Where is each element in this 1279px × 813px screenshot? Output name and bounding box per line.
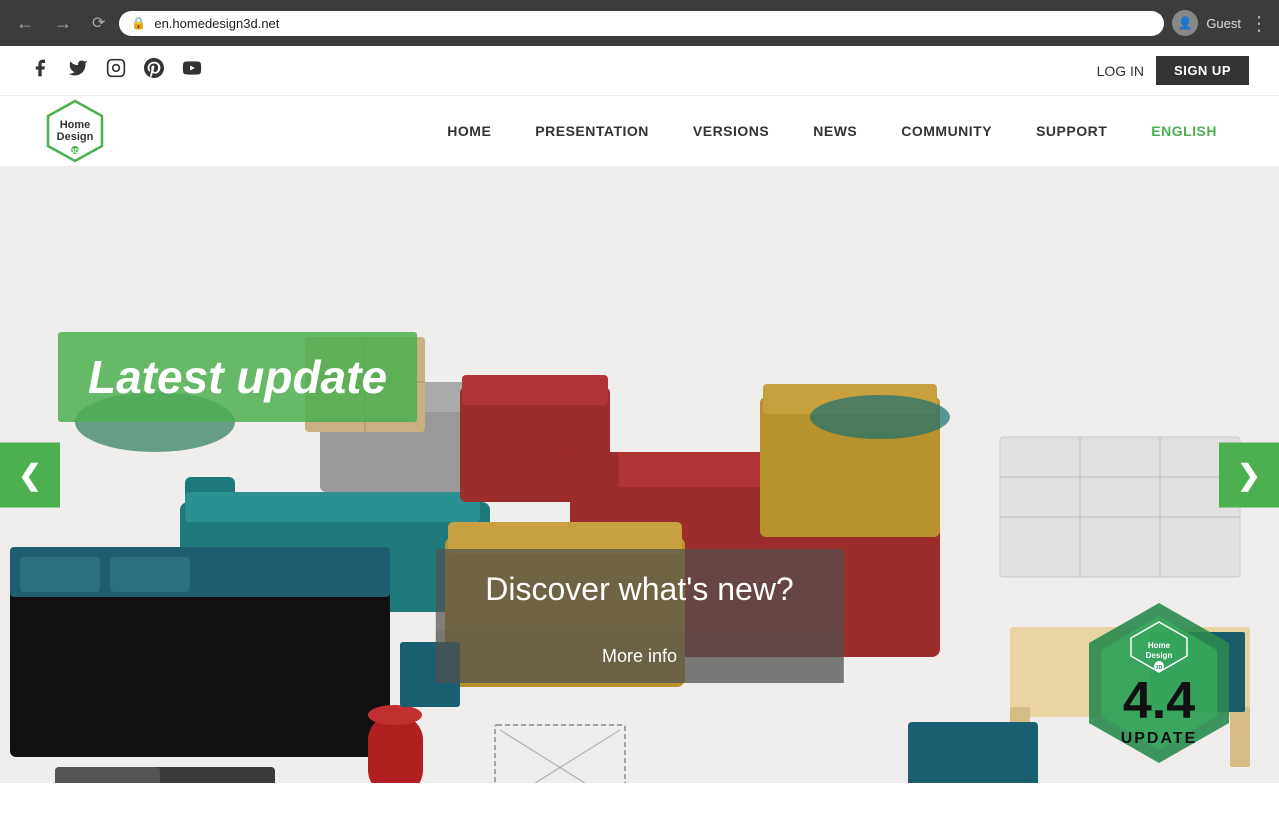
- avatar: 👤: [1172, 10, 1198, 36]
- main-nav: Home Design 3D HOME PRESENTATION VERSION…: [0, 96, 1279, 167]
- pinterest-icon[interactable]: [144, 58, 164, 83]
- back-button[interactable]: ←: [10, 9, 40, 38]
- svg-text:3D: 3D: [71, 149, 79, 155]
- nav-home[interactable]: HOME: [425, 103, 513, 159]
- discover-text: Discover what's new?: [485, 571, 793, 607]
- nav-english[interactable]: ENGLISH: [1129, 103, 1239, 159]
- latest-update-badge: Latest update: [58, 332, 417, 422]
- logo-area: Home Design 3D: [40, 96, 110, 166]
- youtube-icon[interactable]: [182, 58, 202, 83]
- forward-button[interactable]: →: [48, 9, 78, 38]
- site-topbar: LOG IN SIGN UP: [0, 46, 1279, 96]
- svg-text:Home: Home: [1148, 641, 1171, 650]
- browser-chrome: ← → ⟳ 🔒 en.homedesign3d.net 👤 Guest ⋮: [0, 0, 1279, 46]
- nav-community[interactable]: COMMUNITY: [879, 103, 1014, 159]
- browser-menu-button[interactable]: ⋮: [1249, 11, 1269, 36]
- nav-presentation[interactable]: PRESENTATION: [513, 103, 671, 159]
- auth-buttons: LOG IN SIGN UP: [1097, 56, 1249, 85]
- hero-section: Latest update ❮ Discover what's new? Mor…: [0, 167, 1279, 783]
- svg-text:UPDATE: UPDATE: [1121, 730, 1198, 747]
- address-bar[interactable]: 🔒 en.homedesign3d.net: [119, 11, 1164, 36]
- signup-button[interactable]: SIGN UP: [1156, 56, 1249, 85]
- svg-text:Design: Design: [57, 131, 94, 143]
- version-badge: Home Design 3D 4.4 UPDATE: [1079, 598, 1239, 773]
- svg-text:4.4: 4.4: [1123, 672, 1195, 730]
- svg-text:3D: 3D: [1156, 665, 1163, 671]
- nav-support[interactable]: SUPPORT: [1014, 103, 1129, 159]
- logo[interactable]: Home Design 3D: [40, 96, 110, 166]
- nav-news[interactable]: NEWS: [791, 103, 879, 159]
- next-arrow-button[interactable]: ❯: [1219, 443, 1279, 508]
- reload-button[interactable]: ⟳: [86, 9, 111, 37]
- url-text: en.homedesign3d.net: [154, 16, 279, 31]
- nav-links: HOME PRESENTATION VERSIONS NEWS COMMUNIT…: [425, 103, 1239, 159]
- guest-button[interactable]: Guest: [1206, 16, 1241, 31]
- social-icons: [30, 58, 202, 83]
- twitter-icon[interactable]: [68, 58, 88, 83]
- login-button[interactable]: LOG IN: [1097, 63, 1144, 79]
- latest-update-text: Latest update: [88, 351, 387, 403]
- center-overlay: Discover what's new? More info: [435, 549, 843, 683]
- svg-text:Design: Design: [1146, 651, 1173, 660]
- svg-text:Home: Home: [60, 119, 91, 131]
- lock-icon: 🔒: [131, 16, 146, 30]
- facebook-icon[interactable]: [30, 58, 50, 83]
- discover-box: Discover what's new?: [435, 549, 843, 630]
- guest-label: Guest: [1206, 16, 1241, 31]
- nav-versions[interactable]: VERSIONS: [671, 103, 791, 159]
- more-info-button[interactable]: More info: [435, 630, 843, 683]
- prev-arrow-button[interactable]: ❮: [0, 443, 60, 508]
- browser-right: 👤 Guest ⋮: [1172, 10, 1269, 36]
- instagram-icon[interactable]: [106, 58, 126, 83]
